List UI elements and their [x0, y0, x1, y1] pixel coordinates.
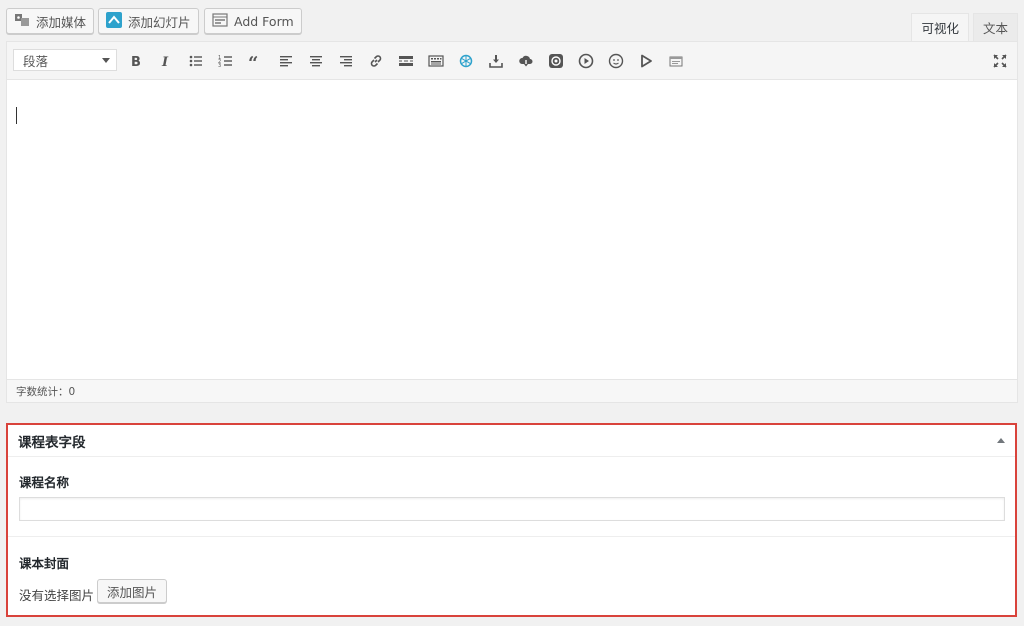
link-icon[interactable]	[366, 51, 386, 71]
bold-icon[interactable]: B	[126, 51, 146, 71]
format-select-value: 段落	[23, 53, 49, 69]
code-icon[interactable]	[666, 51, 686, 71]
align-center-icon[interactable]	[306, 51, 326, 71]
read-more-icon[interactable]	[396, 51, 416, 71]
cover-label: 课本封面	[19, 556, 70, 571]
media-icon	[14, 12, 30, 31]
editor: 段落 B I 123 “ 字数统计：0	[6, 41, 1018, 403]
music-icon[interactable]	[546, 51, 566, 71]
form-icon	[212, 12, 228, 31]
add-form-label: Add Form	[234, 13, 294, 29]
bullet-list-icon[interactable]	[186, 51, 206, 71]
svg-text:B: B	[131, 55, 141, 69]
toolbar-toggle-icon[interactable]	[426, 51, 446, 71]
metabox-header[interactable]: 课程表字段	[8, 425, 1015, 457]
editor-tabs: 可视化 文本	[907, 13, 1018, 41]
play-circle-icon[interactable]	[576, 51, 596, 71]
course-name-input[interactable]	[19, 497, 1005, 521]
chevron-down-icon	[102, 58, 110, 63]
svg-text:“: “	[248, 53, 258, 69]
add-form-button[interactable]: Add Form	[204, 8, 302, 34]
add-slideshow-button[interactable]: 添加幻灯片	[98, 8, 199, 34]
tab-visual[interactable]: 可视化	[911, 13, 969, 41]
text-cursor	[16, 107, 17, 124]
no-image-text: 没有选择图片	[19, 588, 95, 603]
add-image-button[interactable]: 添加图片	[97, 579, 168, 603]
openai-icon[interactable]	[456, 51, 476, 71]
collapse-arrow-icon[interactable]	[997, 438, 1005, 443]
slideshow-icon	[106, 11, 122, 31]
italic-icon[interactable]: I	[156, 51, 176, 71]
course-fields-metabox: 课程表字段 课程名称 课本封面 没有选择图片 添加图片	[6, 423, 1017, 617]
align-left-icon[interactable]	[276, 51, 296, 71]
metabox-title: 课程表字段	[18, 434, 86, 451]
tab-text[interactable]: 文本	[972, 13, 1018, 41]
format-select[interactable]: 段落	[13, 49, 117, 71]
word-count: 字数统计：0	[7, 379, 1017, 402]
svg-text:I: I	[161, 55, 169, 69]
align-right-icon[interactable]	[336, 51, 356, 71]
add-media-label: 添加媒体	[36, 14, 87, 30]
add-slideshow-label: 添加幻灯片	[128, 14, 191, 30]
blockquote-icon[interactable]: “	[246, 51, 266, 71]
svg-text:3: 3	[218, 63, 221, 69]
emoji-icon[interactable]	[606, 51, 626, 71]
cloud-download-icon[interactable]	[516, 51, 536, 71]
editor-content-area[interactable]	[7, 79, 1017, 380]
course-name-label: 课程名称	[19, 475, 70, 490]
field-divider	[8, 536, 1015, 537]
fullscreen-icon[interactable]	[990, 51, 1010, 71]
numbered-list-icon[interactable]: 123	[216, 51, 236, 71]
play-icon[interactable]	[636, 51, 656, 71]
add-media-button[interactable]: 添加媒体	[6, 8, 95, 34]
editor-toolbar: 段落 B I 123 “	[7, 42, 1017, 80]
download-icon[interactable]	[486, 51, 506, 71]
